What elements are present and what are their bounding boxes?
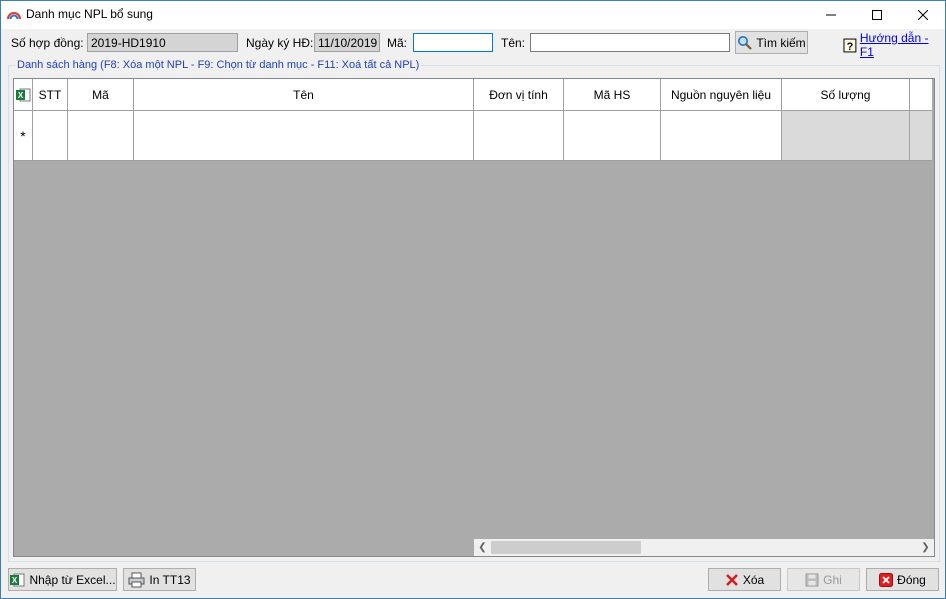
svg-text:X: X bbox=[12, 576, 18, 585]
grid-bottom-left-area bbox=[14, 539, 474, 556]
print-button[interactable]: In TT13 bbox=[123, 568, 196, 591]
excel-icon: X bbox=[10, 573, 25, 586]
grid-header-row: X STT Mã Tên Đơn vị tính Mã HS Nguồn ngu… bbox=[14, 79, 932, 111]
maximize-icon bbox=[872, 10, 882, 20]
red-x-icon bbox=[725, 573, 738, 586]
cell-unit[interactable] bbox=[474, 111, 564, 161]
magnifier-icon bbox=[738, 36, 753, 50]
maximize-button[interactable] bbox=[854, 1, 900, 29]
column-header-extra[interactable] bbox=[910, 79, 932, 111]
close-button[interactable]: Đóng bbox=[866, 568, 939, 591]
cell-stt[interactable] bbox=[33, 111, 68, 161]
print-label: In TT13 bbox=[149, 572, 191, 587]
delete-button[interactable]: Xóa bbox=[708, 568, 781, 591]
scroll-right-arrow-icon[interactable]: ❯ bbox=[917, 539, 934, 556]
save-button[interactable]: Ghi bbox=[787, 568, 860, 591]
svg-text:?: ? bbox=[847, 40, 854, 52]
column-header-quantity[interactable]: Số lượng bbox=[782, 79, 910, 111]
cell-name[interactable] bbox=[134, 111, 474, 161]
goods-list-legend: Danh sách hàng (F8: Xóa một NPL - F9: Ch… bbox=[15, 59, 422, 71]
search-button-label: Tìm kiếm bbox=[756, 35, 806, 50]
help-link[interactable]: ? Hướng dẫn - F1 bbox=[843, 31, 945, 59]
scroll-left-arrow-icon[interactable]: ❮ bbox=[474, 539, 491, 556]
cell-material-source[interactable] bbox=[661, 111, 782, 161]
column-header-hs-code[interactable]: Mã HS bbox=[564, 79, 661, 111]
sign-date-label: Ngày ký HĐ: bbox=[246, 36, 314, 50]
search-button[interactable]: Tìm kiếm bbox=[735, 31, 808, 54]
column-header-material-source[interactable]: Nguồn nguyên liệu bbox=[661, 79, 782, 111]
floppy-icon bbox=[805, 573, 819, 586]
column-header-code[interactable]: Mã bbox=[68, 79, 134, 111]
name-label: Tên: bbox=[501, 36, 526, 50]
code-label: Mã: bbox=[387, 36, 408, 50]
code-input[interactable] bbox=[413, 33, 493, 52]
printer-icon bbox=[128, 572, 145, 587]
column-header-name[interactable]: Tên bbox=[134, 79, 474, 111]
dialog-window: Danh mục NPL bổ sung Số hợp đồng: 2019-H… bbox=[0, 0, 946, 599]
question-box-icon: ? bbox=[843, 38, 857, 52]
import-excel-label: Nhập từ Excel... bbox=[29, 572, 116, 587]
svg-text:X: X bbox=[18, 91, 24, 100]
horizontal-scrollbar[interactable]: ❮ ❯ bbox=[474, 539, 934, 556]
close-box-icon bbox=[879, 572, 894, 587]
help-link-label: Hướng dẫn - F1 bbox=[859, 31, 929, 59]
close-icon bbox=[917, 9, 929, 21]
window-title: Danh mục NPL bổ sung bbox=[26, 7, 153, 21]
name-input[interactable] bbox=[530, 33, 730, 52]
minimize-icon bbox=[826, 14, 836, 16]
scroll-track[interactable] bbox=[491, 539, 917, 556]
cell-extra[interactable] bbox=[910, 111, 932, 161]
cell-code[interactable] bbox=[68, 111, 134, 161]
close-window-button[interactable] bbox=[900, 1, 946, 29]
new-row-marker: * bbox=[14, 111, 33, 161]
title-bar: Danh mục NPL bổ sung bbox=[1, 1, 945, 29]
delete-label: Xóa bbox=[742, 572, 765, 587]
column-header-stt[interactable]: STT bbox=[33, 79, 68, 111]
sign-date-field: 11/10/2019 bbox=[314, 33, 380, 52]
app-icon bbox=[7, 12, 21, 20]
import-excel-button[interactable]: X Nhập từ Excel... bbox=[8, 568, 117, 591]
excel-icon: X bbox=[16, 88, 31, 101]
column-header-unit[interactable]: Đơn vị tính bbox=[474, 79, 564, 111]
goods-grid[interactable]: X STT Mã Tên Đơn vị tính Mã HS Nguồn ngu… bbox=[13, 78, 935, 557]
save-label: Ghi bbox=[823, 572, 842, 587]
grid-new-row[interactable]: * bbox=[14, 111, 932, 161]
scroll-thumb[interactable] bbox=[491, 541, 641, 554]
contract-field: 2019-HD1910 bbox=[87, 33, 238, 52]
cell-hs-code[interactable] bbox=[564, 111, 661, 161]
close-label: Đóng bbox=[897, 572, 926, 587]
export-excel-header-button[interactable]: X bbox=[14, 79, 33, 111]
contract-label: Số hợp đồng: bbox=[11, 36, 84, 50]
minimize-button[interactable] bbox=[808, 1, 854, 29]
cell-quantity[interactable] bbox=[782, 111, 910, 161]
